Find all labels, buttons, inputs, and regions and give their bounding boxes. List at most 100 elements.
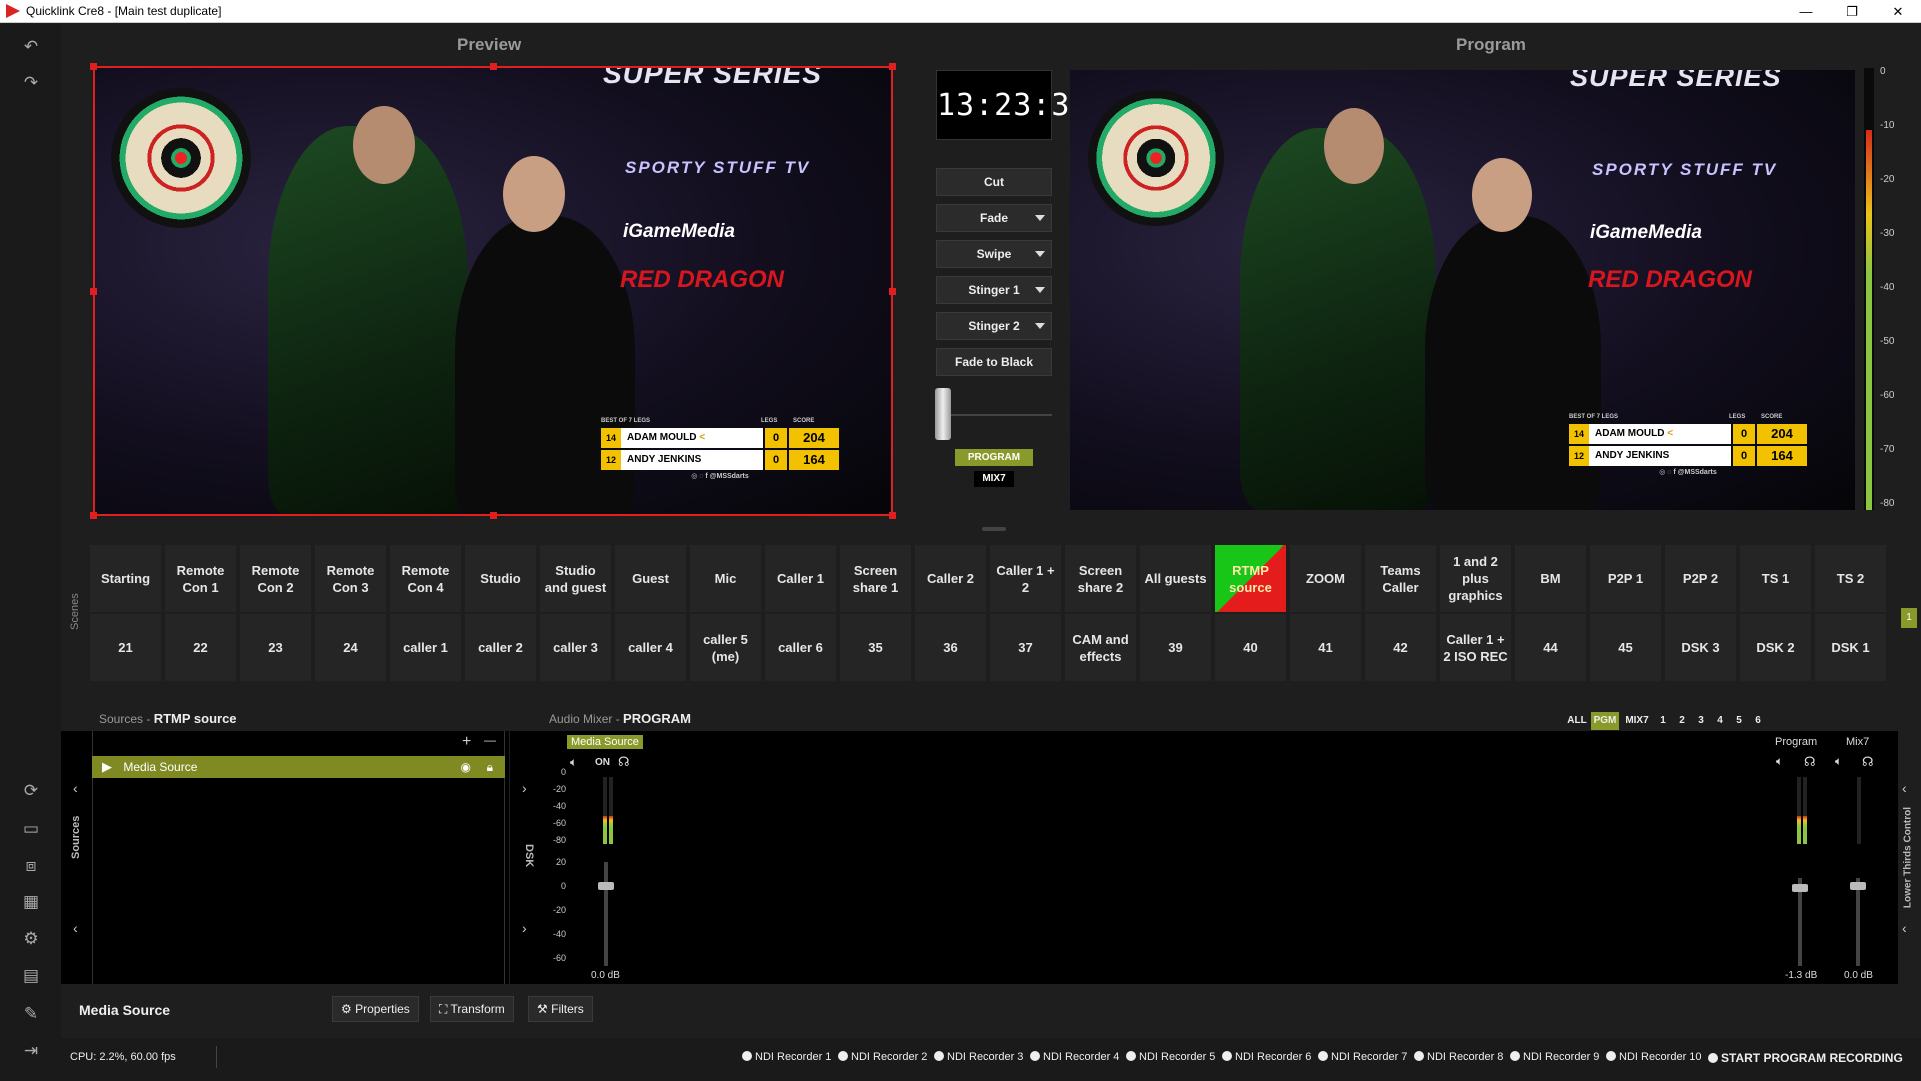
monitor-icon[interactable]: ▭ [20,818,42,840]
source-item[interactable]: ▶ Media Source ◉ 🔒︎ [92,756,505,778]
audio-tab[interactable]: ALL [1566,712,1588,730]
scene-button[interactable]: caller 4 [615,614,686,681]
add-source-button[interactable]: + [462,733,471,751]
ndi-recorder-button[interactable]: NDI Recorder 10 [1606,1051,1702,1063]
transform-button[interactable]: ⛶ Transform [430,996,514,1022]
scene-button[interactable]: Remote Con 1 [165,545,236,612]
scene-button[interactable]: RTMP source [1215,545,1286,612]
resize-handle[interactable] [90,288,97,295]
scene-button[interactable]: 37 [990,614,1061,681]
chevron-left-icon[interactable]: ‹ [73,780,78,796]
scene-button[interactable]: caller 6 [765,614,836,681]
speaker-icon[interactable]: 🔈︎ [1776,754,1783,769]
ndi-recorder-button[interactable]: NDI Recorder 1 [742,1051,831,1063]
preview-video[interactable]: SUPER SERIES SPORTY STUFF TV iGameMedia … [93,66,893,516]
chevron-left-icon[interactable]: ‹ [1902,920,1907,936]
program-fader[interactable] [1792,884,1808,892]
scene-button[interactable]: 42 [1365,614,1436,681]
layout-grid-icon[interactable]: ▦ [20,891,42,913]
scene-button[interactable]: Remote Con 4 [390,545,461,612]
scene-button[interactable]: Caller 1 + 2 ISO REC [1440,614,1511,681]
scene-button[interactable]: TS 2 [1815,545,1886,612]
restore-button[interactable]: ❐ [1829,0,1875,23]
screen-share-icon[interactable]: ⧈ [20,855,42,877]
visibility-eye-icon[interactable]: ◉ [461,756,471,778]
scene-button[interactable]: Screen share 1 [840,545,911,612]
scene-button[interactable]: 22 [165,614,236,681]
refresh-icon[interactable]: ⟳ [20,780,42,802]
resize-handle[interactable] [889,512,896,519]
splitter-grip[interactable] [982,527,1006,531]
scene-button[interactable]: ZOOM [1290,545,1361,612]
scene-button[interactable]: 45 [1590,614,1661,681]
scene-button[interactable]: caller 3 [540,614,611,681]
properties-button[interactable]: ⚙ Properties [332,996,419,1022]
resize-handle[interactable] [490,512,497,519]
stinger-1-button[interactable]: Stinger 1 [936,276,1052,304]
lock-icon[interactable]: 🔒︎ [487,756,493,778]
chevron-right-icon[interactable]: › [522,920,527,936]
folder-icon[interactable]: ▤ [20,965,42,987]
scene-button[interactable]: 41 [1290,614,1361,681]
resize-handle[interactable] [889,63,896,70]
scene-page-marker[interactable]: 1 [1901,608,1917,628]
resize-handle[interactable] [90,512,97,519]
scene-button[interactable]: Caller 1 [765,545,836,612]
headphones-icon[interactable]: ☊ [1862,754,1874,770]
headphones-icon[interactable]: ☊ [1804,754,1816,770]
scene-button[interactable]: 23 [240,614,311,681]
exit-icon[interactable]: ⇥ [20,1040,42,1062]
resize-handle[interactable] [889,288,896,295]
ndi-recorder-button[interactable]: NDI Recorder 4 [1030,1051,1119,1063]
scene-button[interactable]: Studio and guest [540,545,611,612]
ndi-recorder-button[interactable]: NDI Recorder 7 [1318,1051,1407,1063]
settings-gear-icon[interactable]: ⚙ [20,928,42,950]
scene-button[interactable]: 1 and 2 plus graphics [1440,545,1511,612]
scene-button[interactable]: Screen share 2 [1065,545,1136,612]
speaker-icon[interactable]: 🔈︎ [570,755,577,770]
t-bar-handle[interactable] [935,388,951,440]
scene-button[interactable]: 24 [315,614,386,681]
fade-button[interactable]: Fade [936,204,1052,232]
swipe-button[interactable]: Swipe [936,240,1052,268]
play-icon[interactable]: ▶ [102,759,112,774]
audio-tab[interactable]: 3 [1693,712,1709,730]
scene-button[interactable]: 35 [840,614,911,681]
channel-on-toggle[interactable]: ON [595,757,610,768]
audio-tab[interactable]: 2 [1674,712,1690,730]
ndi-recorder-button[interactable]: NDI Recorder 2 [838,1051,927,1063]
scene-button[interactable]: DSK 1 [1815,614,1886,681]
ndi-recorder-button[interactable]: NDI Recorder 6 [1222,1051,1311,1063]
speaker-icon[interactable]: 🔈︎ [1835,754,1842,769]
ndi-recorder-button[interactable]: NDI Recorder 9 [1510,1051,1599,1063]
chevron-left-icon[interactable]: ‹ [73,920,78,936]
audio-tab[interactable]: 6 [1750,712,1766,730]
cut-button[interactable]: Cut [936,168,1052,196]
ndi-recorder-button[interactable]: NDI Recorder 3 [934,1051,1023,1063]
close-button[interactable]: ✕ [1875,0,1921,23]
scene-button[interactable]: caller 5 (me) [690,614,761,681]
scene-button[interactable]: 40 [1215,614,1286,681]
fade-to-black-button[interactable]: Fade to Black [936,348,1052,376]
lower-thirds-label[interactable]: Lower Thirds Control [1903,793,1914,923]
scene-button[interactable]: 21 [90,614,161,681]
scene-button[interactable]: Teams Caller [1365,545,1436,612]
scene-button[interactable]: Caller 1 + 2 [990,545,1061,612]
scene-button[interactable]: Studio [465,545,536,612]
filters-button[interactable]: ⚒ Filters [528,996,593,1022]
scene-button[interactable]: CAM and effects [1065,614,1136,681]
tools-icon[interactable]: ✎ [20,1003,42,1025]
scene-button[interactable]: 44 [1515,614,1586,681]
ndi-recorder-button[interactable]: NDI Recorder 8 [1414,1051,1503,1063]
scene-button[interactable]: DSK 3 [1665,614,1736,681]
scene-button[interactable]: Remote Con 2 [240,545,311,612]
minimize-button[interactable]: — [1783,0,1829,23]
scene-button[interactable]: TS 1 [1740,545,1811,612]
scene-button[interactable]: Guest [615,545,686,612]
scene-button[interactable]: BM [1515,545,1586,612]
audio-tab[interactable]: 5 [1731,712,1747,730]
stinger-2-button[interactable]: Stinger 2 [936,312,1052,340]
start-program-recording-button[interactable]: START PROGRAM RECORDING [1708,1051,1903,1065]
scene-button[interactable]: DSK 2 [1740,614,1811,681]
scene-button[interactable]: caller 1 [390,614,461,681]
